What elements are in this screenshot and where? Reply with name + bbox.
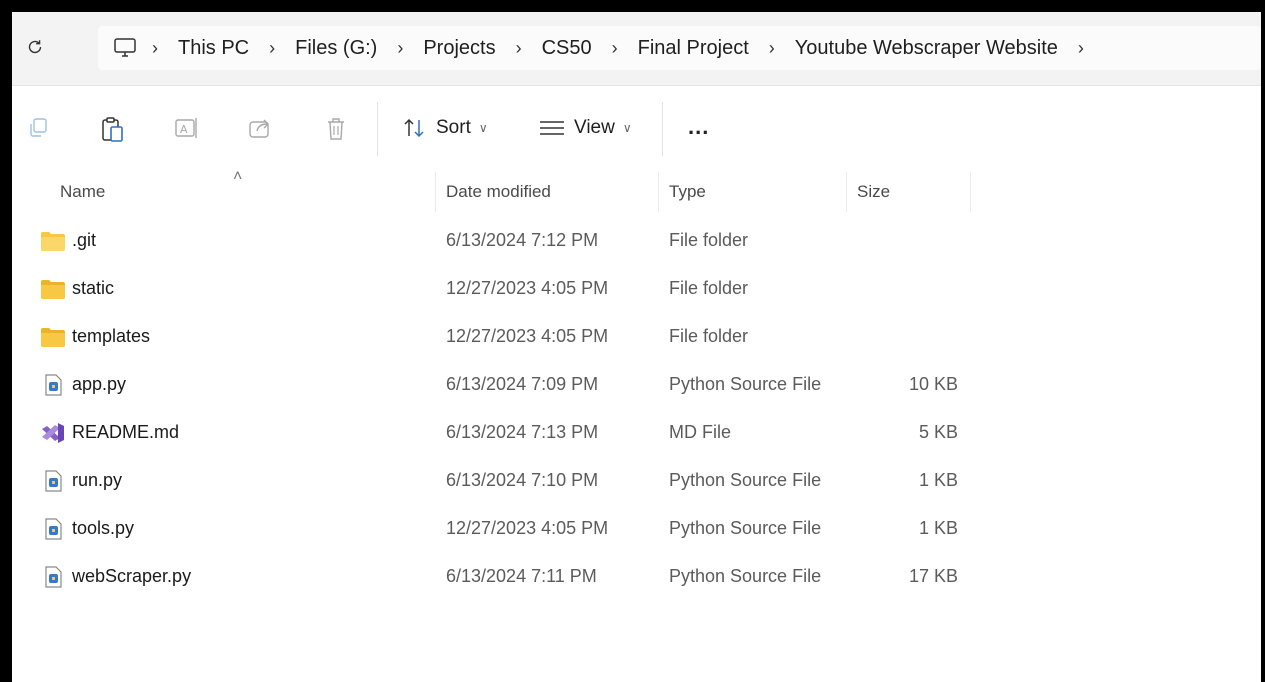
column-divider[interactable] — [658, 172, 659, 212]
sort-button[interactable]: Sort ∨ — [402, 114, 488, 142]
view-list-icon — [540, 121, 564, 135]
breadcrumb-item-projects[interactable]: Projects — [417, 37, 501, 60]
chevron-right-icon[interactable]: › — [383, 38, 417, 59]
refresh-icon[interactable] — [24, 36, 46, 58]
file-name: README.md — [72, 422, 180, 442]
view-label: View — [574, 117, 615, 138]
file-row[interactable]: .git 6/13/2024 7:12 PM File folder — [12, 217, 1261, 265]
file-date: 6/13/2024 7:09 PM — [446, 374, 599, 394]
file-size: 1 KB — [918, 470, 958, 490]
file-row[interactable]: tools.py 12/27/2023 4:05 PM Python Sourc… — [12, 505, 1261, 553]
delete-icon[interactable] — [324, 116, 348, 142]
file-type: Python Source File — [669, 518, 822, 538]
file-row[interactable]: README.md 6/13/2024 7:13 PM MD File 5 KB — [12, 409, 1261, 457]
folder-icon — [41, 232, 65, 251]
column-header-type[interactable]: Type — [669, 182, 706, 202]
file-date: 6/13/2024 7:13 PM — [446, 422, 599, 442]
file-name: app.py — [72, 374, 127, 394]
chevron-down-icon: ∨ — [478, 121, 488, 135]
file-type: File folder — [669, 230, 749, 250]
file-date: 12/27/2023 4:05 PM — [446, 518, 609, 538]
more-options-button[interactable]: ... — [688, 114, 709, 140]
file-date: 12/27/2023 4:05 PM — [446, 326, 609, 346]
column-divider[interactable] — [970, 172, 971, 212]
sort-icon — [404, 118, 424, 138]
file-type: Python Source File — [669, 374, 822, 394]
breadcrumb-item-final-project[interactable]: Final Project — [632, 37, 755, 60]
chevron-right-icon[interactable]: › — [755, 38, 789, 59]
file-row[interactable]: app.py 6/13/2024 7:09 PM Python Source F… — [12, 361, 1261, 409]
file-name: static — [72, 278, 115, 298]
folder-icon — [41, 328, 65, 347]
chevron-right-icon[interactable]: › — [255, 38, 289, 59]
file-row[interactable]: webScraper.py 6/13/2024 7:11 PM Python S… — [12, 553, 1261, 601]
file-name: templates — [72, 326, 151, 346]
copy-icon[interactable] — [26, 116, 50, 140]
file-size: 5 KB — [918, 422, 958, 442]
file-type: Python Source File — [669, 566, 822, 586]
paste-icon[interactable] — [100, 116, 126, 144]
file-date: 6/13/2024 7:12 PM — [446, 230, 599, 250]
view-button[interactable]: View ∨ — [538, 114, 632, 142]
column-header-row: ˄ Name Date modified Type Size — [12, 168, 1261, 212]
python-file-icon — [45, 518, 62, 540]
chevron-right-icon[interactable]: › — [598, 38, 632, 59]
sort-label: Sort — [436, 117, 471, 138]
file-name: run.py — [72, 470, 123, 490]
column-divider[interactable] — [846, 172, 847, 212]
file-size: 17 KB — [908, 566, 958, 586]
breadcrumb[interactable]: › This PC › Files (G:) › Projects › CS50… — [98, 26, 1261, 70]
chevron-right-icon[interactable]: › — [1064, 38, 1098, 59]
file-type: File folder — [669, 278, 749, 298]
python-file-icon — [45, 374, 62, 396]
file-date: 6/13/2024 7:10 PM — [446, 470, 599, 490]
column-header-size[interactable]: Size — [857, 182, 890, 202]
column-header-date[interactable]: Date modified — [446, 182, 551, 202]
breadcrumb-item-files-drive[interactable]: Files (G:) — [289, 37, 383, 60]
python-file-icon — [45, 470, 62, 492]
file-row[interactable]: run.py 6/13/2024 7:10 PM Python Source F… — [12, 457, 1261, 505]
breadcrumb-item-youtube-webscraper[interactable]: Youtube Webscraper Website — [789, 37, 1064, 60]
file-date: 6/13/2024 7:11 PM — [446, 566, 597, 586]
file-row[interactable]: templates 12/27/2023 4:05 PM File folder — [12, 313, 1261, 361]
chevron-right-icon[interactable]: › — [138, 38, 172, 59]
address-bar-row: › This PC › Files (G:) › Projects › CS50… — [12, 12, 1261, 86]
file-date: 12/27/2023 4:05 PM — [446, 278, 609, 298]
breadcrumb-item-this-pc[interactable]: This PC — [172, 37, 255, 60]
svg-text:A: A — [180, 123, 188, 136]
file-name: webScraper.py — [72, 566, 192, 586]
file-size: 10 KB — [908, 374, 958, 394]
column-header-name[interactable]: Name — [60, 182, 105, 202]
chevron-right-icon[interactable]: › — [502, 38, 536, 59]
file-row[interactable]: static 12/27/2023 4:05 PM File folder — [12, 265, 1261, 313]
file-type: Python Source File — [669, 470, 822, 490]
file-size: 1 KB — [918, 518, 958, 538]
this-pc-icon[interactable] — [112, 36, 138, 60]
share-icon[interactable] — [248, 116, 274, 140]
sort-ascending-icon: ˄ — [233, 168, 243, 185]
file-explorer-window: › This PC › Files (G:) › Projects › CS50… — [12, 12, 1261, 682]
column-divider[interactable] — [435, 172, 436, 212]
breadcrumb-item-cs50[interactable]: CS50 — [536, 37, 598, 60]
toolbar-divider — [377, 102, 378, 156]
rename-icon[interactable]: A — [174, 116, 200, 140]
python-file-icon — [45, 566, 62, 588]
visual-studio-icon — [42, 423, 64, 443]
file-name: .git — [72, 230, 97, 250]
folder-icon — [41, 280, 65, 299]
file-type: File folder — [669, 326, 749, 346]
toolbar-divider — [662, 102, 663, 156]
file-name: tools.py — [72, 518, 135, 538]
chevron-down-icon: ∨ — [622, 121, 632, 135]
file-type: MD File — [669, 422, 731, 442]
command-bar: A Sort ∨ View ∨ ... — [12, 86, 1261, 173]
